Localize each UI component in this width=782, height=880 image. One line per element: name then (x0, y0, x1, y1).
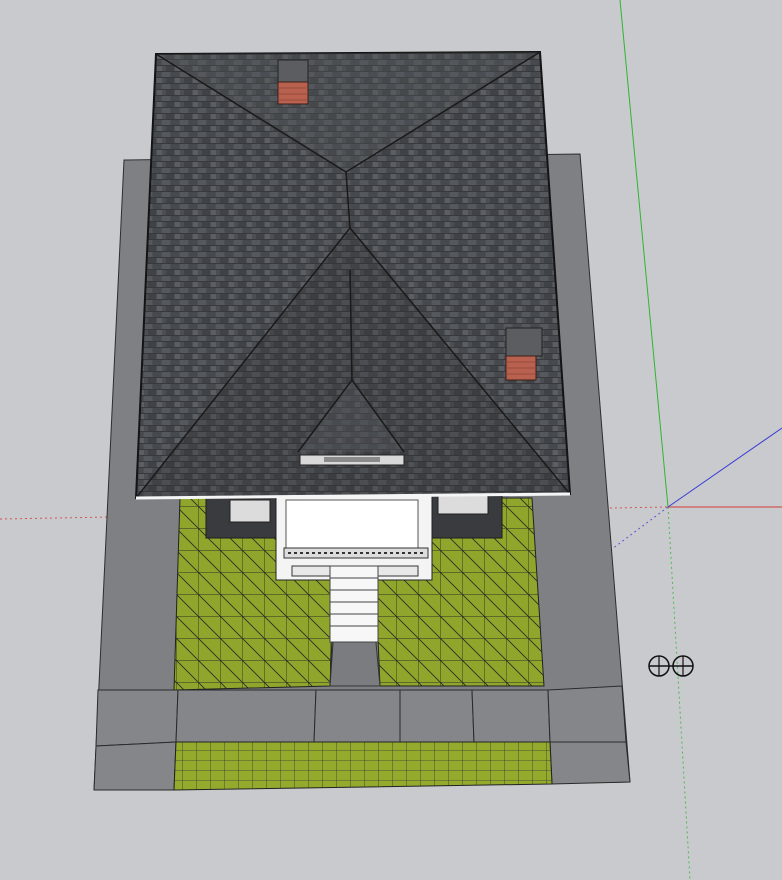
window-left (229, 499, 271, 523)
orbit-cursor-icon (648, 655, 694, 677)
planting-strip (173, 741, 553, 791)
blue-axis-negative (607, 506, 669, 553)
blue-axis (667, 427, 782, 508)
scene-canvas[interactable] (0, 0, 782, 880)
window-right (437, 493, 489, 515)
porch-steps (329, 565, 379, 643)
green-axis (619, 0, 669, 508)
hip-roof (134, 50, 572, 500)
model-viewport[interactable] (0, 0, 782, 880)
green-axis-negative (667, 506, 691, 880)
chimney-top (277, 59, 309, 105)
